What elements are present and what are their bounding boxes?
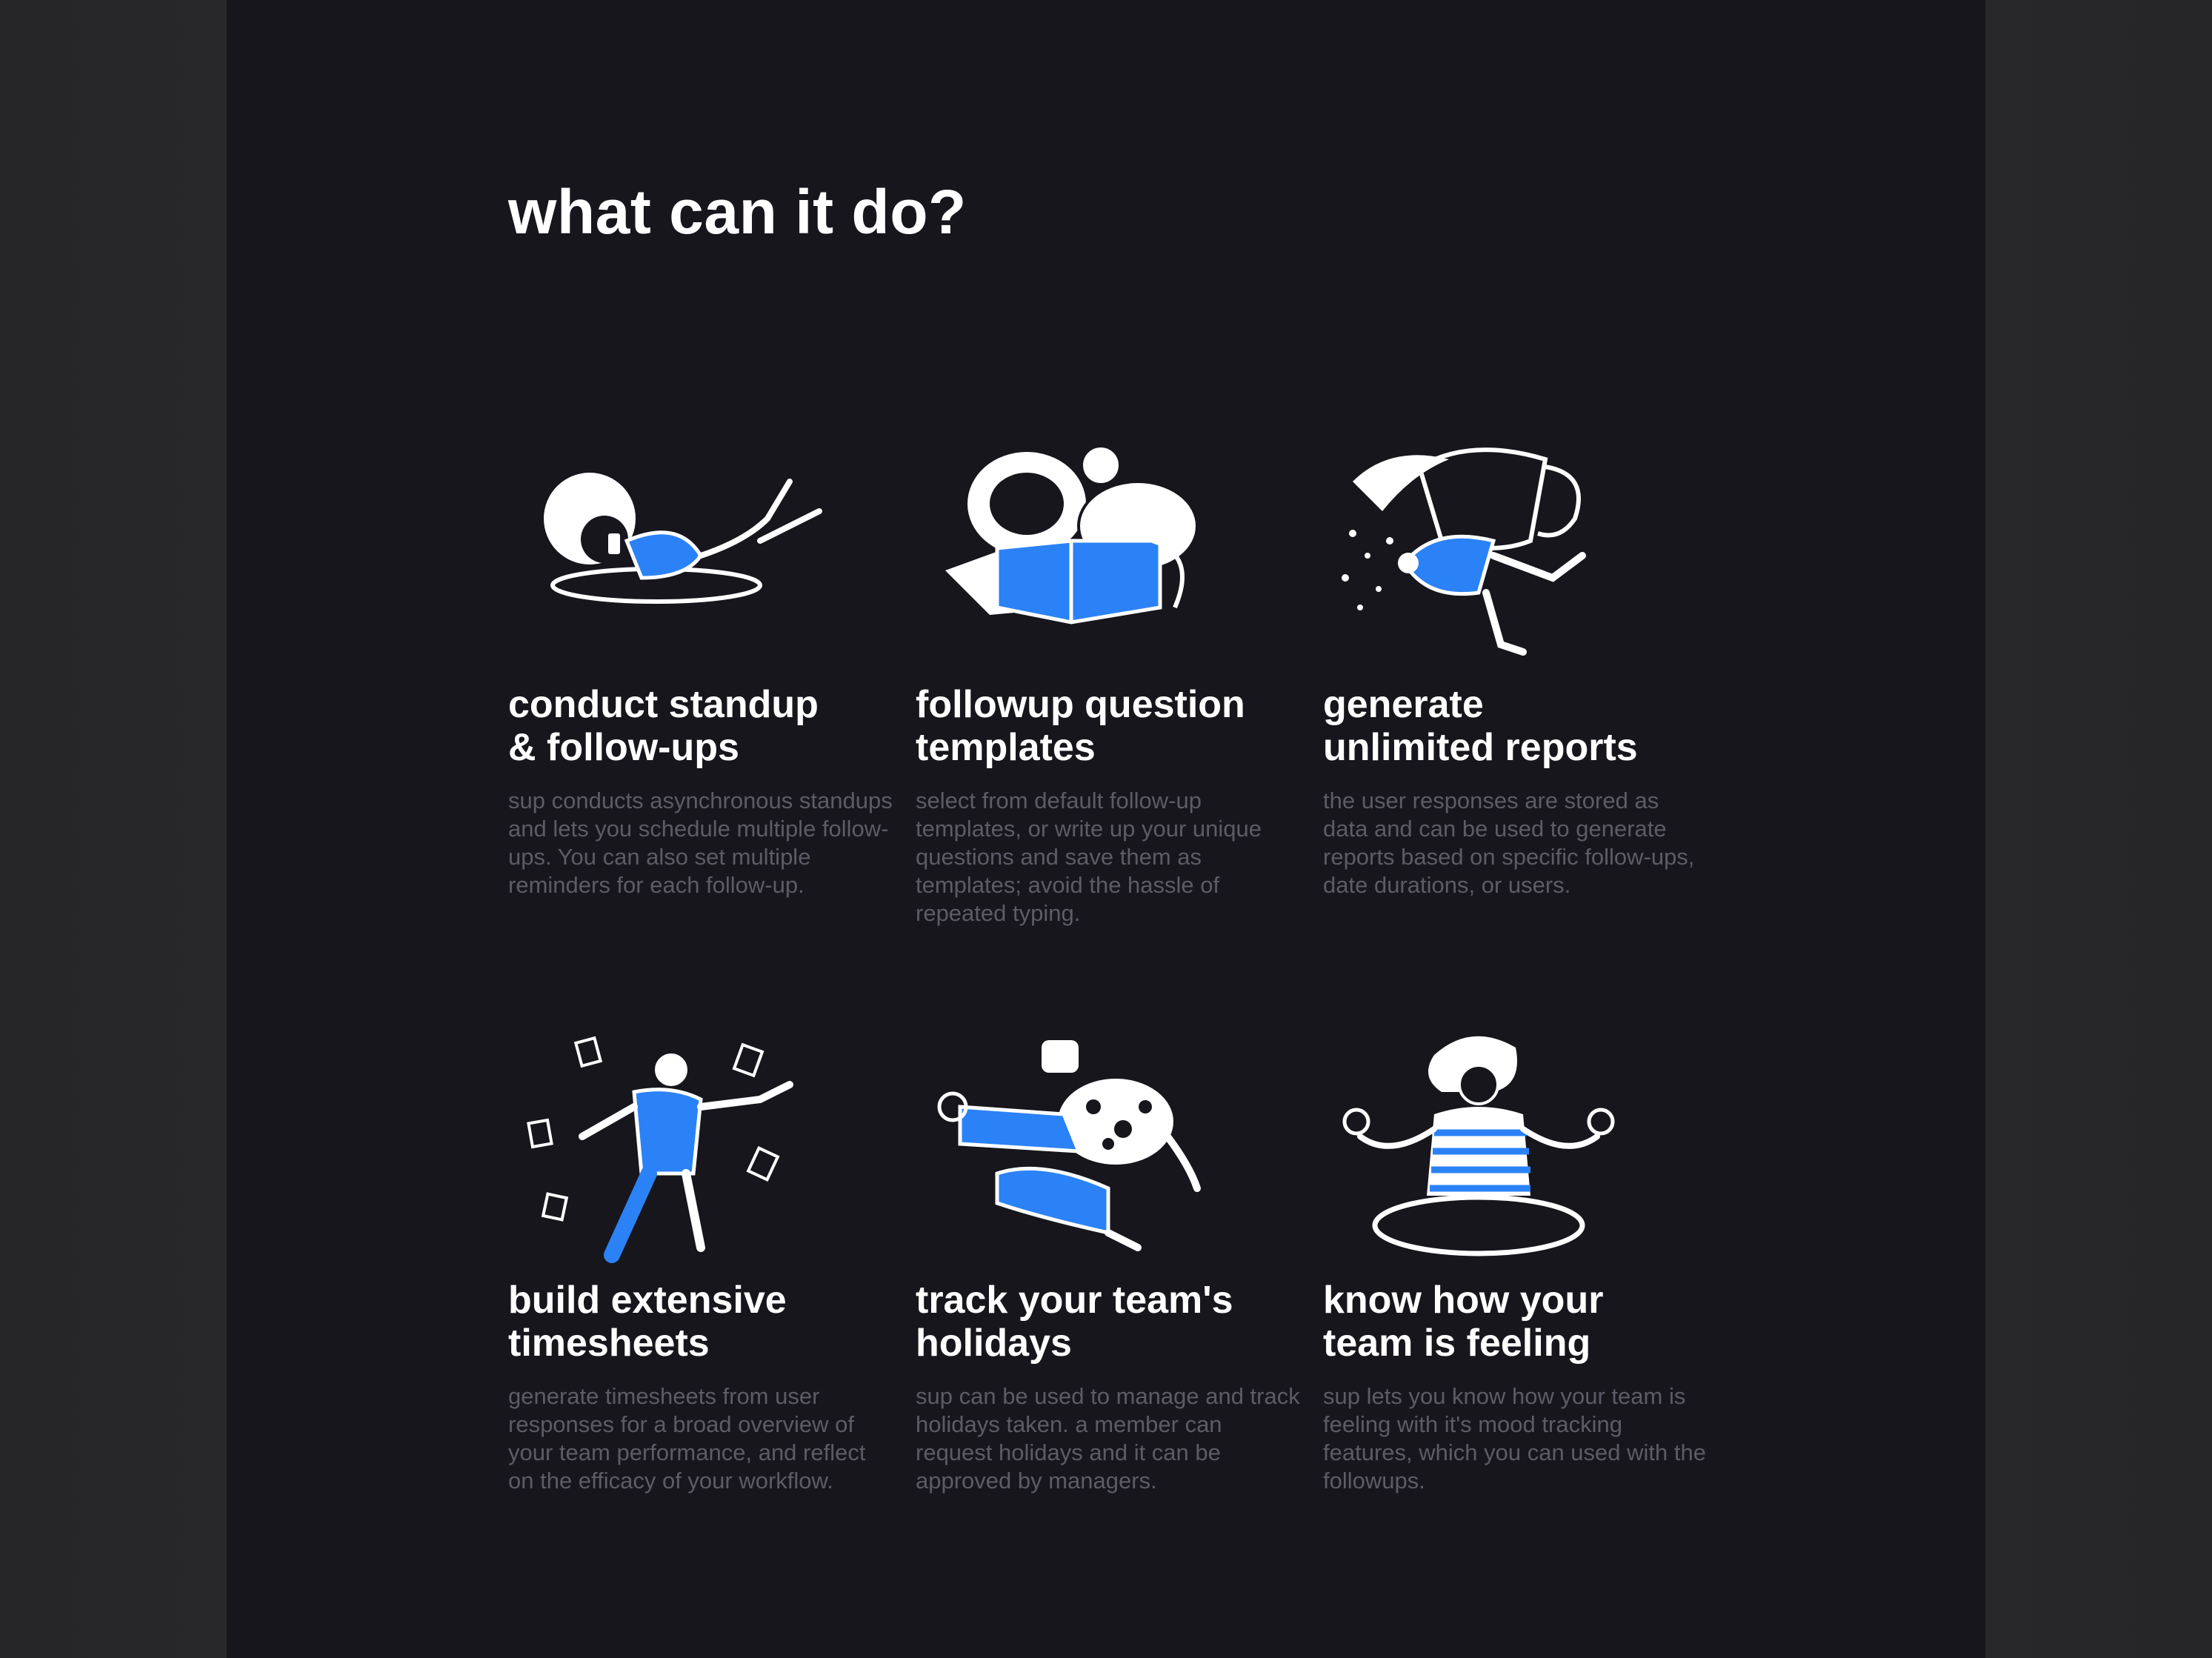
page-title: what can it do?: [508, 177, 967, 247]
feature-description: the user responses are stored as data an…: [1323, 788, 1695, 898]
feature-description: select from default follow-up templates,…: [916, 788, 1262, 926]
feature-title: generate unlimited reports: [1323, 683, 1638, 769]
person-lying-with-phone-icon: [508, 430, 834, 682]
feature-description: sup can be used to manage and track holi…: [916, 1383, 1300, 1494]
feature-title: know how your team is feeling: [1323, 1279, 1604, 1365]
feature-title: track your team's holidays: [916, 1279, 1233, 1365]
feature-description: sup lets you know how your team is feeli…: [1323, 1383, 1706, 1494]
person-jumping-icon: [916, 1025, 1242, 1277]
person-with-mug-icon: [1323, 430, 1649, 682]
feature-description: generate timesheets from user responses …: [508, 1383, 866, 1494]
person-with-box-icon: [916, 430, 1242, 682]
feature-page: what can it do? conduct standup & follow…: [227, 0, 1985, 1658]
person-juggling-papers-icon: [508, 1025, 834, 1277]
feature-title: build extensive timesheets: [508, 1279, 787, 1365]
feature-description: sup conducts asynchronous standups and l…: [508, 788, 893, 898]
feature-title: followup question templates: [916, 683, 1245, 769]
person-meditating-icon: [1323, 1025, 1649, 1277]
feature-title: conduct standup & follow-ups: [508, 683, 819, 769]
